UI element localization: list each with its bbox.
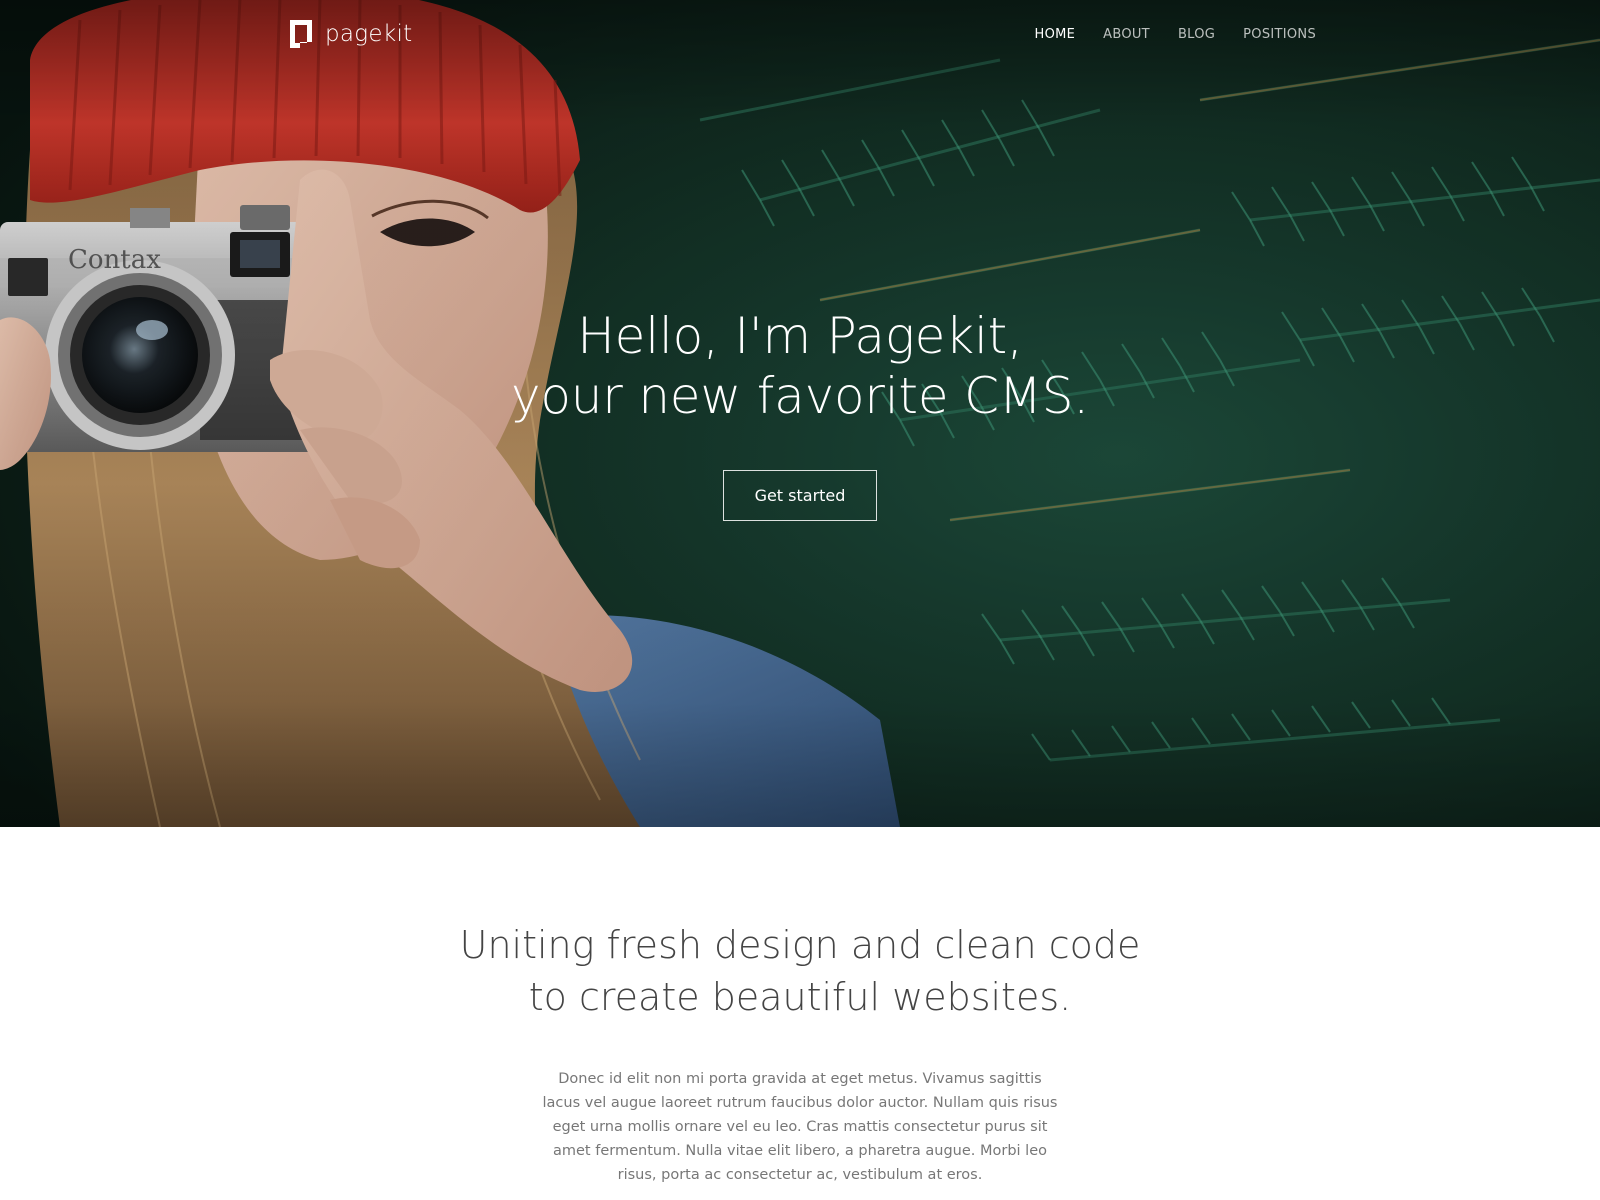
brand-name: pagekit [325,21,413,47]
hero-title-line-2: your new favorite CMS. [511,367,1089,425]
main-nav: HOME ABOUT BLOG POSITIONS [1035,26,1316,44]
pagekit-logo-icon [290,20,312,48]
hero-section: Contax pagekit HOME ABOUT BLOG POSITIONS [0,0,1600,827]
top-navbar: pagekit HOME ABOUT BLOG POSITIONS [0,0,1600,72]
nav-item-blog[interactable]: BLOG [1178,26,1215,44]
intro-title-line-1: Uniting fresh design and clean code [459,923,1141,967]
intro-section: Uniting fresh design and clean code to c… [0,827,1600,1200]
hero-title: Hello, I'm Pagekit, your new favorite CM… [0,306,1600,426]
hero-title-line-1: Hello, I'm Pagekit, [577,307,1023,365]
intro-title: Uniting fresh design and clean code to c… [0,919,1600,1023]
nav-item-home[interactable]: HOME [1035,26,1076,44]
intro-title-line-2: to create beautiful websites. [528,975,1072,1019]
nav-item-positions[interactable]: POSITIONS [1243,26,1316,44]
intro-body-text: Donec id elit non mi porta gravida at eg… [542,1071,1058,1183]
get-started-button[interactable]: Get started [723,470,877,521]
nav-item-about[interactable]: ABOUT [1103,26,1150,44]
brand-logo-link[interactable]: pagekit [289,19,412,49]
